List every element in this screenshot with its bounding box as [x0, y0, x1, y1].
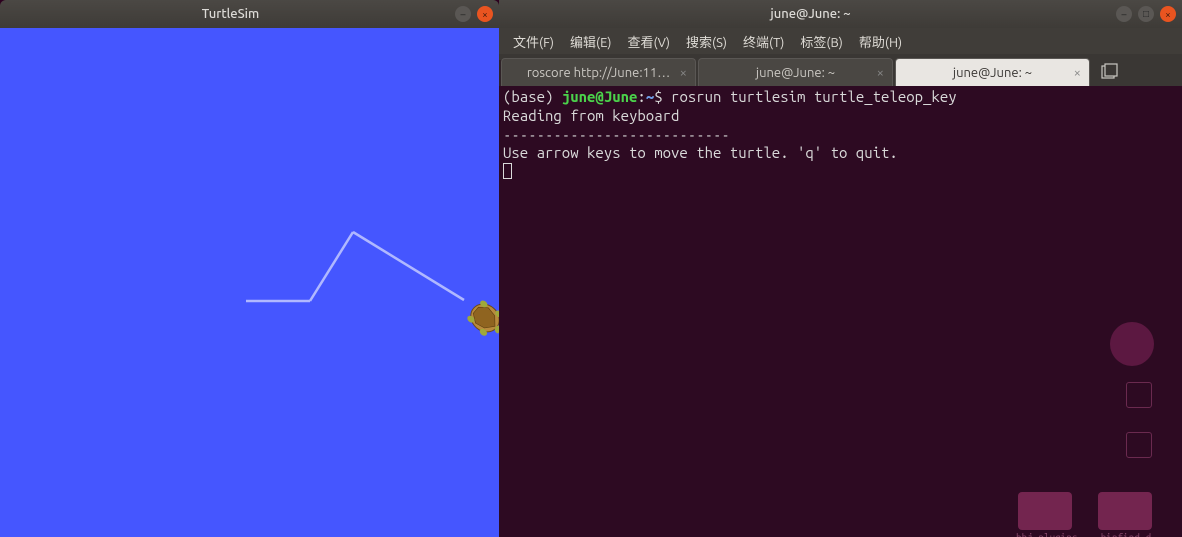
avatar-icon: [1110, 322, 1154, 366]
menu-edit[interactable]: 编辑(E): [564, 30, 617, 53]
folder-icon: [1018, 492, 1072, 530]
new-tab-button[interactable]: [1096, 60, 1124, 84]
minimize-button[interactable]: –: [455, 6, 471, 22]
folder-label: binfind.d: [1096, 532, 1156, 537]
tab-label: june@June: ~: [953, 66, 1032, 80]
close-icon[interactable]: ×: [877, 66, 884, 80]
new-tab-icon: [1101, 63, 1119, 81]
terminal-line: Reading from keyboard: [503, 107, 679, 124]
close-icon[interactable]: ×: [1074, 66, 1081, 80]
terminal-line: Use arrow keys to move the turtle. 'q' t…: [503, 144, 898, 161]
turtlesim-window: TurtleSim – ×: [0, 0, 499, 537]
terminal-window-controls: – □ ×: [1116, 6, 1176, 22]
terminal-output[interactable]: (base) june@June:~$ rosrun turtlesim tur…: [499, 86, 1182, 537]
close-icon[interactable]: ×: [680, 66, 687, 80]
menu-search[interactable]: 搜索(S): [680, 30, 733, 53]
bg-icon: [1126, 382, 1152, 408]
menu-view[interactable]: 查看(V): [622, 30, 676, 53]
prompt-command: rosrun turtlesim turtle_teleop_key: [671, 88, 957, 105]
background-filemanager-hint: bhj-plugins binfind.d: [962, 172, 1182, 537]
menu-file[interactable]: 文件(F): [507, 30, 560, 53]
tab-label: roscore http://June:11…: [527, 66, 670, 80]
tab-roscore[interactable]: roscore http://June:11… ×: [501, 58, 696, 86]
prompt-base: (base): [503, 88, 562, 105]
tab-label: june@June: ~: [756, 66, 835, 80]
turtlesim-title: TurtleSim: [6, 7, 455, 21]
prompt-sep: :: [637, 88, 645, 105]
terminal-tabbar: roscore http://June:11… × june@June: ~ ×…: [499, 54, 1182, 86]
prompt-path: ~: [646, 88, 654, 105]
prompt-user: june@June: [562, 88, 638, 105]
bg-icon: [1126, 432, 1152, 458]
prompt-end: $: [654, 88, 671, 105]
tab-shell-1[interactable]: june@June: ~ ×: [698, 58, 893, 86]
close-button[interactable]: ×: [477, 6, 493, 22]
menu-help[interactable]: 帮助(H): [853, 30, 908, 53]
terminal-menubar: 文件(F) 编辑(E) 查看(V) 搜索(S) 终端(T) 标签(B) 帮助(H…: [499, 28, 1182, 54]
tab-shell-2-active[interactable]: june@June: ~ ×: [895, 58, 1090, 86]
terminal-line: ---------------------------: [503, 126, 730, 143]
close-button[interactable]: ×: [1160, 6, 1176, 22]
turtlesim-titlebar[interactable]: TurtleSim – ×: [0, 0, 499, 28]
terminal-window: june@June: ~ – □ × 文件(F) 编辑(E) 查看(V) 搜索(…: [499, 0, 1182, 537]
terminal-title: june@June: ~: [505, 7, 1116, 21]
turtle-path: [0, 28, 499, 537]
turtlesim-canvas[interactable]: [0, 28, 499, 537]
menu-tabs[interactable]: 标签(B): [794, 30, 848, 53]
folder-label: bhj-plugins: [1016, 532, 1076, 537]
minimize-button[interactable]: –: [1116, 6, 1132, 22]
turtlesim-window-controls: – ×: [455, 6, 493, 22]
maximize-button[interactable]: □: [1138, 6, 1154, 22]
terminal-titlebar[interactable]: june@June: ~ – □ ×: [499, 0, 1182, 28]
menu-terminal[interactable]: 终端(T): [737, 30, 790, 53]
folder-icon: [1098, 492, 1152, 530]
terminal-cursor: [503, 163, 512, 179]
